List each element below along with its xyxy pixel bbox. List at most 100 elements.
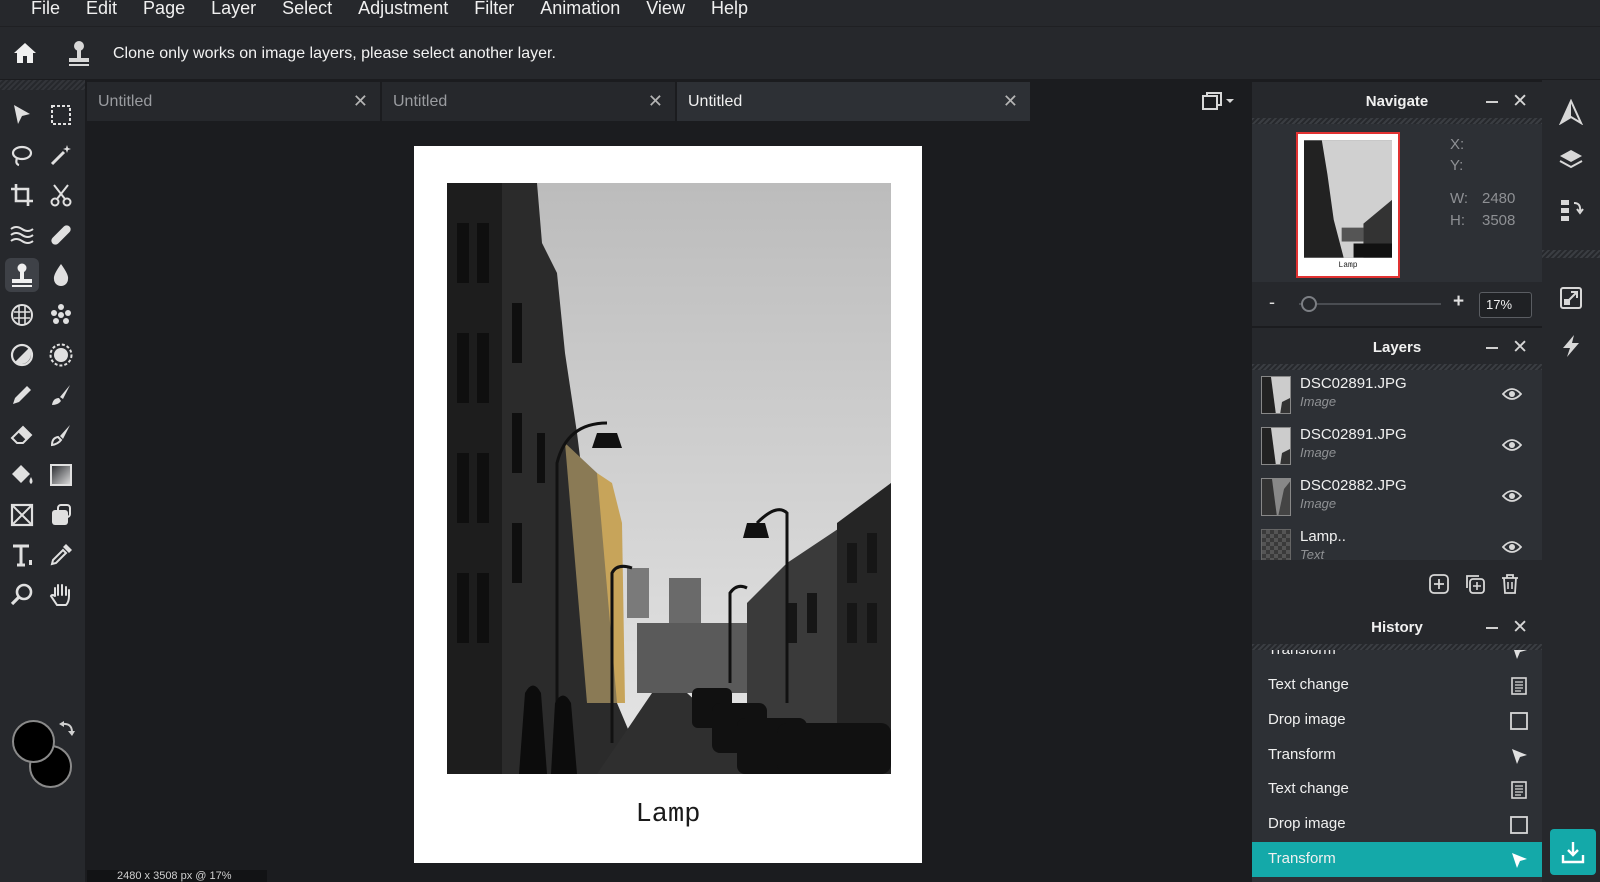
minimize-icon[interactable] [1486, 101, 1498, 103]
history-item[interactable]: Text change [1252, 668, 1542, 703]
dodge-tool[interactable] [5, 338, 39, 372]
h-label: H: [1450, 212, 1465, 229]
tab-label: Untitled [688, 93, 743, 110]
burn-tool[interactable] [44, 338, 78, 372]
visibility-eye-icon[interactable] [1502, 540, 1522, 554]
eraser-tool[interactable] [5, 418, 39, 452]
menu-select[interactable]: Select [282, 0, 332, 17]
shape-tool[interactable] [5, 498, 39, 532]
close-tab-icon[interactable]: ✕ [1003, 91, 1018, 112]
close-icon[interactable]: ✕ [1512, 90, 1528, 113]
menu-animation[interactable]: Animation [540, 0, 620, 17]
navigator-thumbnail[interactable]: Lamp [1296, 132, 1400, 278]
zoom-input[interactable]: 17% [1479, 292, 1532, 318]
blur-tool[interactable] [44, 258, 78, 292]
layers-panel-icon[interactable] [1558, 147, 1584, 173]
document-canvas[interactable]: Lamp [414, 146, 922, 863]
quick-actions-icon[interactable] [1558, 333, 1584, 359]
hand-tool[interactable] [44, 578, 78, 612]
pattern-tool[interactable] [44, 298, 78, 332]
tab-label: Untitled [393, 93, 448, 110]
lasso-tool[interactable] [5, 138, 39, 172]
close-tab-icon[interactable]: ✕ [648, 91, 663, 112]
history-panel-icon[interactable] [1558, 197, 1584, 223]
download-icon [1561, 842, 1585, 864]
gradient-tool[interactable] [44, 458, 78, 492]
navigator-image [1304, 140, 1392, 258]
crop-tool[interactable] [5, 178, 39, 212]
brush-tool[interactable] [44, 378, 78, 412]
pencil-tool[interactable] [5, 378, 39, 412]
visibility-eye-icon[interactable] [1502, 489, 1522, 503]
toolbar-grip[interactable] [0, 80, 85, 90]
layers-footer [1252, 560, 1542, 608]
visibility-eye-icon[interactable] [1502, 438, 1522, 452]
color-replace-tool[interactable] [44, 418, 78, 452]
visibility-eye-icon[interactable] [1502, 387, 1522, 401]
add-layer-icon[interactable] [1428, 573, 1450, 595]
tab-untitled-2[interactable]: Untitled ✕ [382, 82, 676, 121]
minimize-icon[interactable] [1486, 627, 1498, 629]
layer-row[interactable]: DSC02891.JPG Image [1252, 421, 1542, 472]
history-item[interactable]: Text change [1252, 772, 1542, 807]
close-icon[interactable]: ✕ [1512, 336, 1528, 359]
zoom-slider-track[interactable] [1299, 303, 1441, 305]
history-item[interactable]: Transform [1252, 738, 1542, 773]
tab-untitled-3[interactable]: Untitled ✕ [677, 82, 1031, 121]
clone-stamp-tool[interactable] [5, 258, 39, 292]
fullscreen-icon[interactable] [1558, 285, 1584, 311]
menu-adjustment[interactable]: Adjustment [358, 0, 448, 17]
menu-edit[interactable]: Edit [86, 0, 117, 17]
marquee-tool[interactable] [44, 98, 78, 132]
tab-untitled-1[interactable]: Untitled ✕ [87, 82, 381, 121]
minimize-icon[interactable] [1486, 347, 1498, 349]
document-caption[interactable]: Lamp [414, 800, 922, 830]
navigate-panel: Navigate ✕ Lamp X: Y: W: 2480 H: 3508 - … [1252, 82, 1542, 326]
liquify-tool-icon [10, 226, 34, 244]
close-tab-icon[interactable]: ✕ [353, 91, 368, 112]
foreground-color-swatch[interactable] [12, 720, 55, 763]
eyedropper-tool[interactable] [44, 538, 78, 572]
move-tool[interactable] [5, 98, 39, 132]
cut-tool[interactable] [44, 178, 78, 212]
window-arrange-icon[interactable] [1198, 90, 1238, 112]
liquify-tool[interactable] [5, 218, 39, 252]
pattern-tool-icon [51, 304, 71, 324]
home-icon[interactable] [12, 40, 38, 66]
menu-file[interactable]: File [31, 0, 60, 17]
street-photo-layer[interactable] [447, 183, 891, 774]
history-item[interactable]: Drop image [1252, 703, 1542, 738]
sponge-tool[interactable] [5, 298, 39, 332]
history-item[interactable]: Drop image [1252, 807, 1542, 842]
menu-view[interactable]: View [646, 0, 685, 17]
menu-help[interactable]: Help [711, 0, 748, 17]
menu-page[interactable]: Page [143, 0, 185, 17]
download-button[interactable] [1550, 829, 1596, 875]
healing-tool[interactable] [44, 218, 78, 252]
navigate-panel-icon[interactable] [1558, 99, 1584, 125]
menu-filter[interactable]: Filter [474, 0, 514, 17]
duplicate-layer-icon[interactable] [1464, 573, 1486, 595]
transform-icon [1512, 853, 1527, 868]
zoom-in-button[interactable]: + [1453, 291, 1464, 313]
close-icon[interactable]: ✕ [1512, 616, 1528, 639]
menu-layer[interactable]: Layer [211, 0, 256, 17]
layer-row[interactable]: DSC02891.JPG Image [1252, 370, 1542, 421]
paint-bucket-tool[interactable] [5, 458, 39, 492]
text-change-icon [1511, 677, 1527, 695]
zoom-out-button[interactable]: - [1269, 292, 1275, 313]
layer-row[interactable]: DSC02882.JPG Image [1252, 472, 1542, 523]
swap-colors-icon[interactable] [58, 720, 76, 738]
zoom-slider-handle[interactable] [1301, 296, 1317, 312]
sticker-tool[interactable] [44, 498, 78, 532]
history-item[interactable]: Transform [1252, 650, 1542, 668]
history-list: Transform Text change Drop image Transfo… [1252, 650, 1542, 882]
zoom-tool-icon [10, 583, 33, 606]
history-item-active[interactable]: Transform [1252, 842, 1542, 877]
magic-wand-tool-icon [50, 145, 71, 166]
magic-wand-tool[interactable] [44, 138, 78, 172]
zoom-tool[interactable] [5, 578, 39, 612]
text-tool[interactable] [5, 538, 39, 572]
layer-row[interactable]: Lamp.. Text [1252, 523, 1542, 560]
delete-layer-icon[interactable] [1499, 573, 1521, 595]
